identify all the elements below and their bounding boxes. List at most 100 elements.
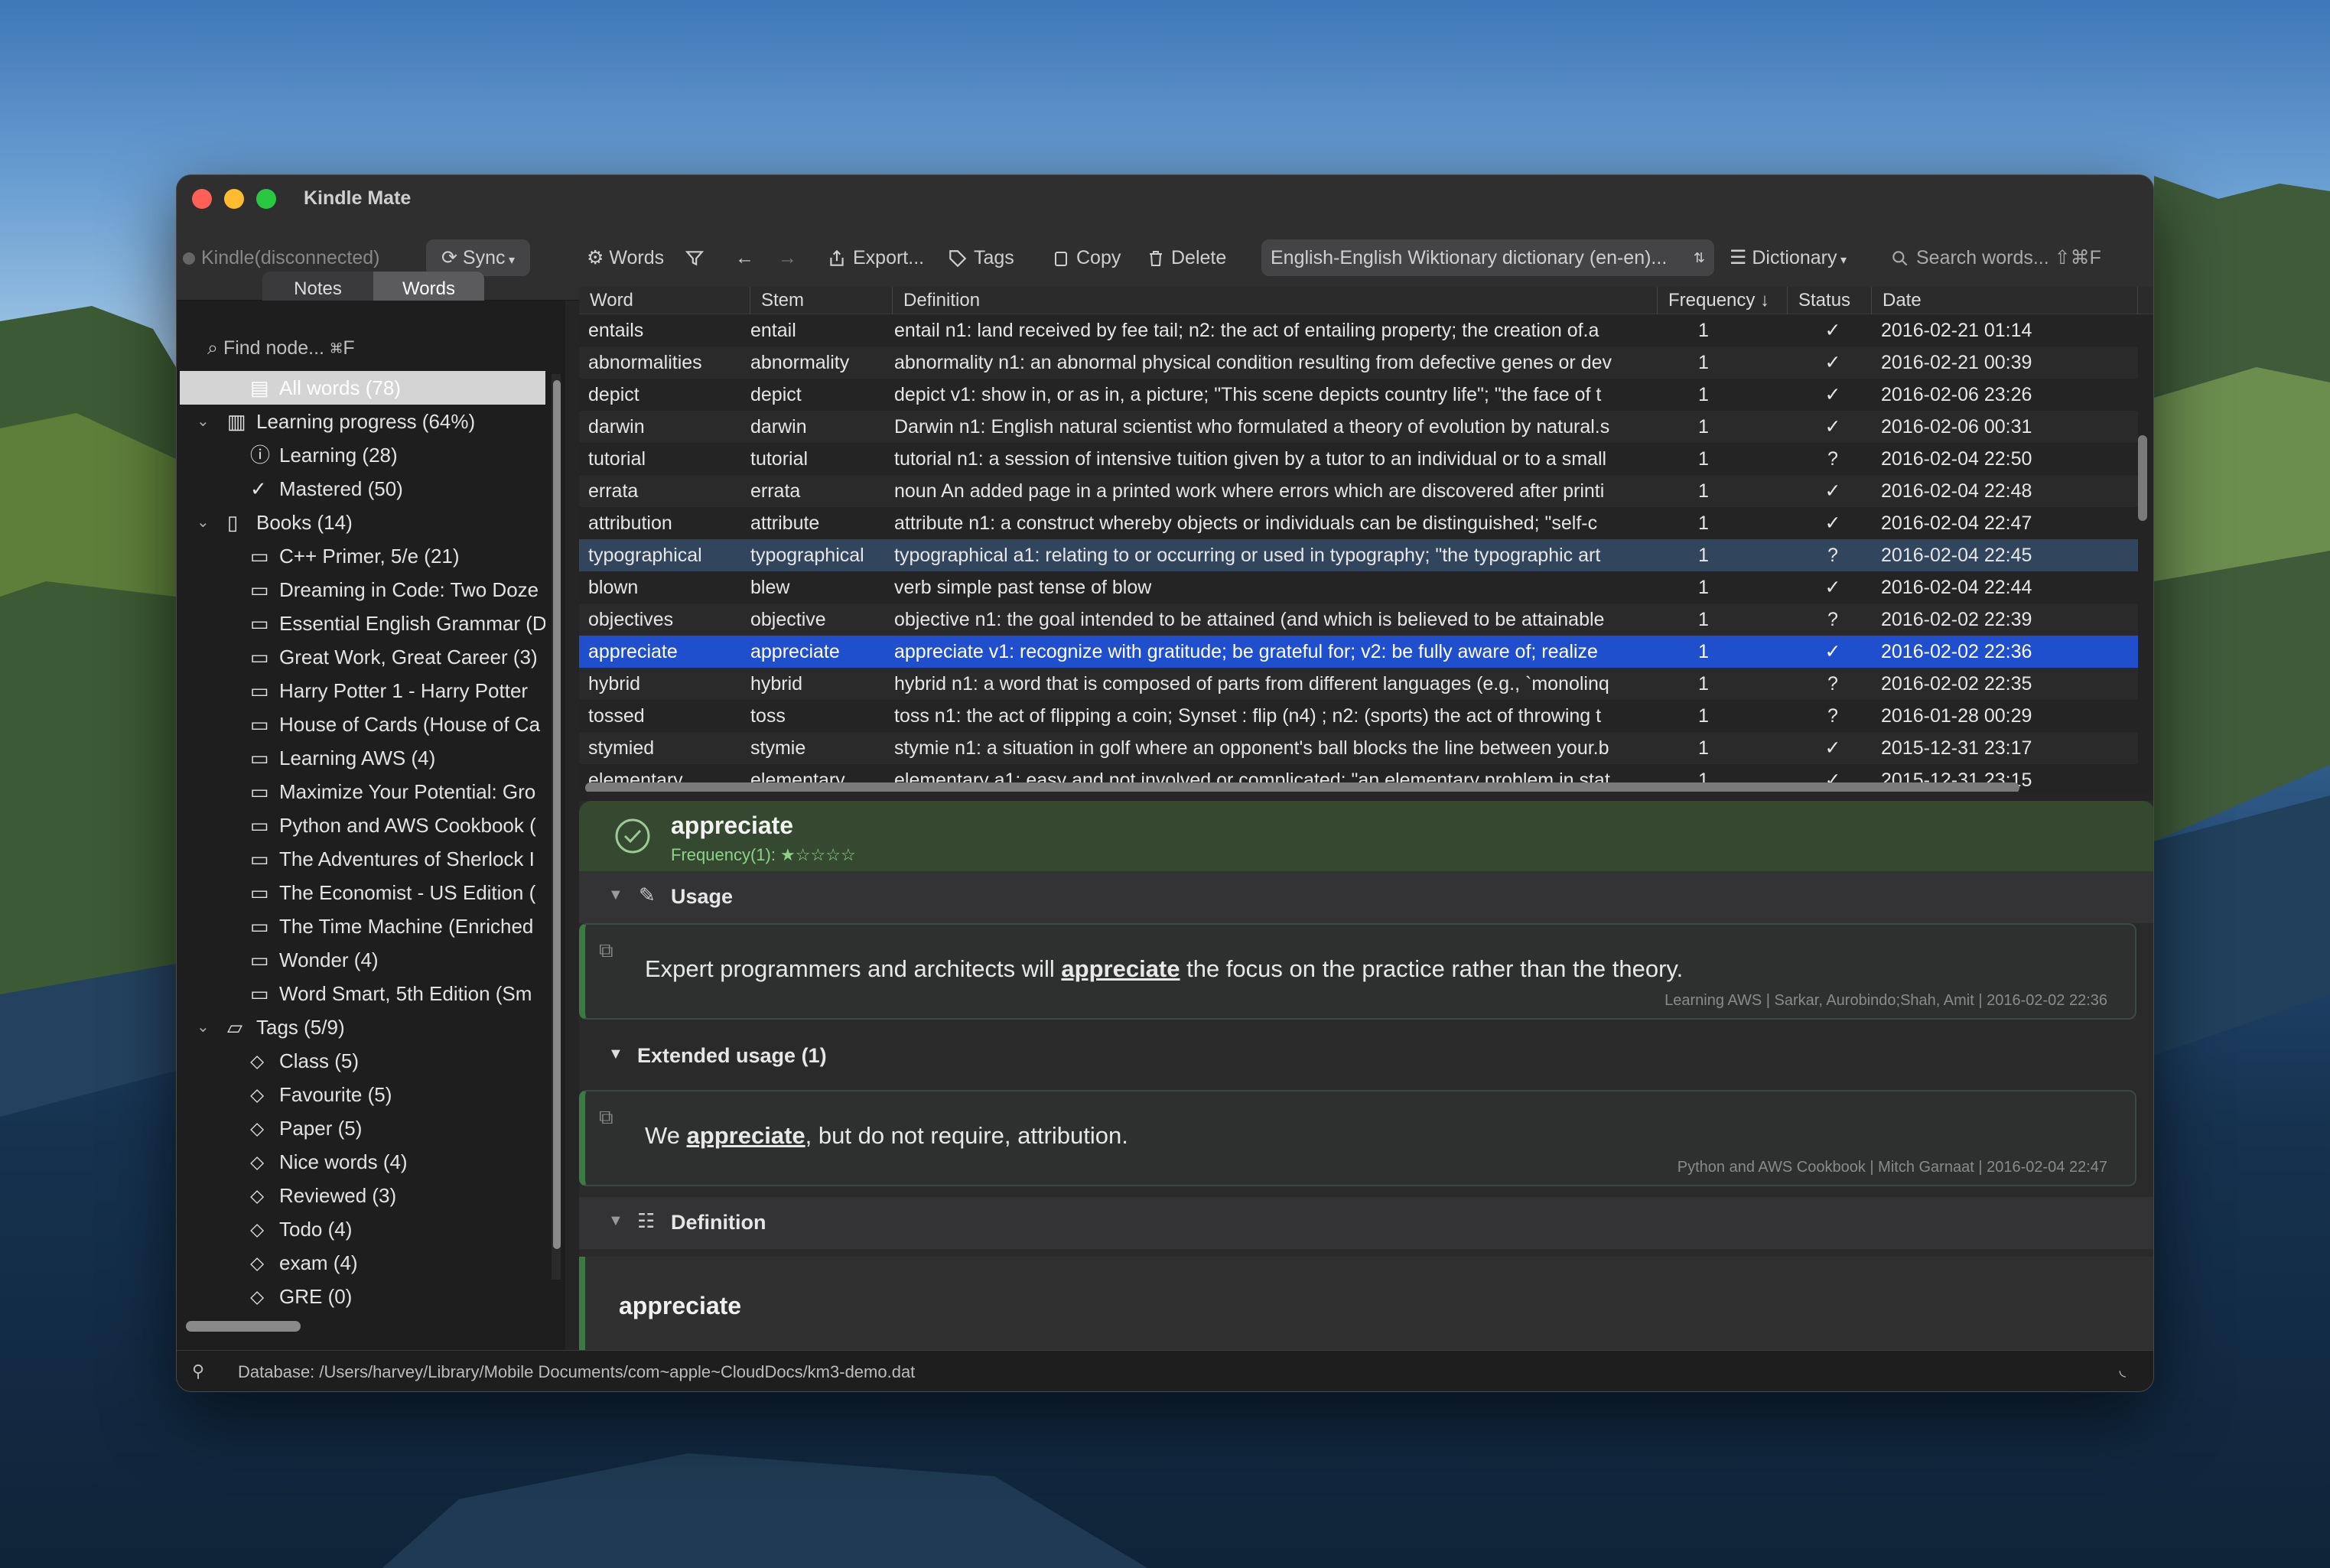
updown-icon: ⇅: [1693, 250, 1705, 265]
extended-usage-section-header[interactable]: ▼ Extended usage (1): [579, 1030, 2153, 1082]
tree-node[interactable]: ⬦ Reviewed (3): [180, 1179, 545, 1212]
definition-section-header[interactable]: ▼ ☷ Definition: [579, 1197, 2153, 1249]
tree-node[interactable]: ⬦ Class (5): [180, 1044, 545, 1078]
filter-button[interactable]: [685, 239, 711, 276]
table-row[interactable]: appreciate appreciate appreciate v1: recog…: [579, 636, 2138, 668]
table-row[interactable]: tossed toss toss n1: the act of flipping a…: [579, 700, 2138, 732]
doc-icon: ▭: [250, 780, 269, 803]
tree-node[interactable]: ⬦ GRE (0): [180, 1280, 545, 1313]
column-word[interactable]: Word: [579, 287, 750, 314]
copy-icon[interactable]: ⧉: [599, 939, 613, 963]
tree-node[interactable]: ⬦ Nice words (4): [180, 1145, 545, 1179]
table-row[interactable]: hybrid hybrid hybrid n1: a word that is co…: [579, 668, 2138, 700]
ext-highlight-word[interactable]: appreciate: [687, 1122, 805, 1149]
table-row[interactable]: typographical typographical typographical …: [579, 539, 2138, 571]
table-row[interactable]: tutorial tutorial tutorial n1: a session o…: [579, 443, 2138, 475]
column-definition[interactable]: Definition: [893, 287, 1658, 314]
delete-button[interactable]: Delete: [1147, 239, 1226, 276]
doc-icon: ▭: [250, 948, 269, 971]
find-node-field[interactable]: ⌕ Find node... ⌘F: [192, 328, 541, 368]
tags-button[interactable]: Tags: [948, 239, 1014, 276]
minimize-window-button[interactable]: [224, 189, 244, 209]
zoom-window-button[interactable]: [256, 189, 276, 209]
table-h-scrollbar[interactable]: [585, 782, 2019, 792]
tree-node[interactable]: ⌄ ▥ Learning progress (64%): [180, 405, 545, 438]
copy-button[interactable]: Copy: [1052, 239, 1121, 276]
sync-button[interactable]: ⟳ Sync ▾: [426, 239, 530, 276]
tree-node[interactable]: ⬦ exam (4): [180, 1246, 545, 1280]
tree-node[interactable]: ▭ The Adventures of Sherlock I: [180, 842, 545, 876]
tree-node[interactable]: ▭ Learning AWS (4): [180, 741, 545, 775]
table-row[interactable]: errata errata noun An added page in a prin…: [579, 475, 2138, 507]
back-button[interactable]: ←: [735, 239, 754, 276]
tree-node-label: Word Smart, 5th Edition (Sm: [279, 982, 532, 1005]
doc-icon: ▭: [250, 747, 269, 769]
column-frequency[interactable]: Frequency ↓: [1658, 287, 1788, 314]
table-row[interactable]: objectives objective objective n1: the goa…: [579, 603, 2138, 636]
tree-node[interactable]: ▭ Python and AWS Cookbook (: [180, 808, 545, 842]
export-button[interactable]: Export...: [827, 239, 924, 276]
doc-icon: ▭: [250, 578, 269, 601]
chevron-down-icon[interactable]: ⌄: [197, 506, 210, 539]
cell-status: ✓: [1824, 352, 1841, 373]
tree-node[interactable]: ⬦ Todo (4): [180, 1212, 545, 1246]
sync-icon: ⟳: [441, 247, 463, 268]
tree-node-label: Wonder (4): [279, 948, 379, 971]
cell-date: 2016-01-28 00:29: [1881, 705, 2032, 727]
search-words-field[interactable]: Search words... ⇧⌘F: [1890, 239, 2135, 276]
usage-text-before: Expert programmers and architects will: [645, 955, 1062, 982]
tree-node[interactable]: ▭ House of Cards (House of Ca: [180, 708, 545, 741]
dictionary-select[interactable]: English-English Wiktionary dictionary (e…: [1261, 239, 1714, 276]
column-stem[interactable]: Stem: [750, 287, 893, 314]
tree-node[interactable]: ▭ Great Work, Great Career (3): [180, 640, 545, 674]
cell-status: ?: [1827, 448, 1838, 470]
sidebar-scrollbar[interactable]: [553, 380, 561, 1249]
cell-word: tossed: [588, 705, 645, 727]
usage-section-header[interactable]: ▼ ✎ Usage: [579, 871, 2153, 923]
copy-icon[interactable]: ⧉: [599, 1105, 613, 1130]
table-row[interactable]: entails entail entail n1: land received by…: [579, 314, 2138, 346]
close-window-button[interactable]: [192, 189, 212, 209]
table-v-scrollbar[interactable]: [2138, 435, 2147, 521]
table-row[interactable]: blown blew verb simple past tense of blow 1…: [579, 571, 2138, 603]
table-row[interactable]: depict depict depict v1: show in, or as in…: [579, 379, 2138, 411]
words-settings-button[interactable]: ⚙ Words: [587, 239, 664, 276]
cell-word: darwin: [588, 416, 645, 438]
stack-icon: ▤: [250, 376, 269, 399]
tree-node[interactable]: ▭ Dreaming in Code: Two Doze: [180, 573, 545, 607]
arrow-left-icon: ←: [735, 247, 754, 268]
disclosure-triangle-icon: ▼: [608, 886, 623, 903]
tree-node[interactable]: ⬦ Paper (5): [180, 1111, 545, 1145]
cell-word: abnormalities: [588, 352, 702, 373]
column-status[interactable]: Status: [1788, 287, 1872, 314]
sidebar-h-scrollbar[interactable]: [186, 1321, 301, 1332]
cell-status: ✓: [1824, 577, 1841, 598]
table-row[interactable]: darwin darwin Darwin n1: English natural s…: [579, 411, 2138, 443]
forward-button[interactable]: →: [778, 239, 797, 276]
tree-node[interactable]: ▭ Word Smart, 5th Edition (Sm: [180, 977, 545, 1010]
tree-node[interactable]: ⌄ ▱ Tags (5/9): [180, 1010, 545, 1044]
dictionary-button[interactable]: ☰ Dictionary ▾: [1730, 239, 1847, 276]
tree-node[interactable]: ⓘ Learning (28): [180, 438, 545, 472]
tree-node[interactable]: ▭ The Economist - US Edition (: [180, 876, 545, 909]
tree-node[interactable]: ▭ Harry Potter 1 - Harry Potter: [180, 674, 545, 708]
tree-node[interactable]: ▭ Wonder (4): [180, 943, 545, 977]
usage-highlight-word[interactable]: appreciate: [1061, 955, 1180, 982]
table-row[interactable]: attribution attribute attribute n1: a cons…: [579, 507, 2138, 539]
tree-node-label: Learning progress (64%): [256, 410, 476, 433]
chevron-down-icon[interactable]: ⌄: [197, 1010, 210, 1044]
tree-node[interactable]: ▭ Essential English Grammar (D: [180, 607, 545, 640]
tree-node[interactable]: ✓ Mastered (50): [180, 472, 545, 506]
cell-date: 2016-02-04 22:47: [1881, 512, 2032, 534]
tree-node[interactable]: ▭ Maximize Your Potential: Gro: [180, 775, 545, 808]
tree-node[interactable]: ▭ C++ Primer, 5/e (21): [180, 539, 545, 573]
chevron-down-icon[interactable]: ⌄: [197, 405, 210, 438]
table-row[interactable]: abnormalities abnormality abnormality n1: …: [579, 346, 2138, 379]
tree-node[interactable]: ▭ The Time Machine (Enriched: [180, 909, 545, 943]
tree-node[interactable]: ▤ All words (78): [180, 371, 545, 405]
find-node-placeholder: Find node... ⌘F: [223, 337, 355, 359]
tree-node[interactable]: ⬦ Favourite (5): [180, 1078, 545, 1111]
column-date[interactable]: Date: [1872, 287, 2138, 314]
tree-node[interactable]: ⌄ ▯ Books (14): [180, 506, 545, 539]
table-row[interactable]: stymied stymie stymie n1: a situation in g…: [579, 732, 2138, 764]
